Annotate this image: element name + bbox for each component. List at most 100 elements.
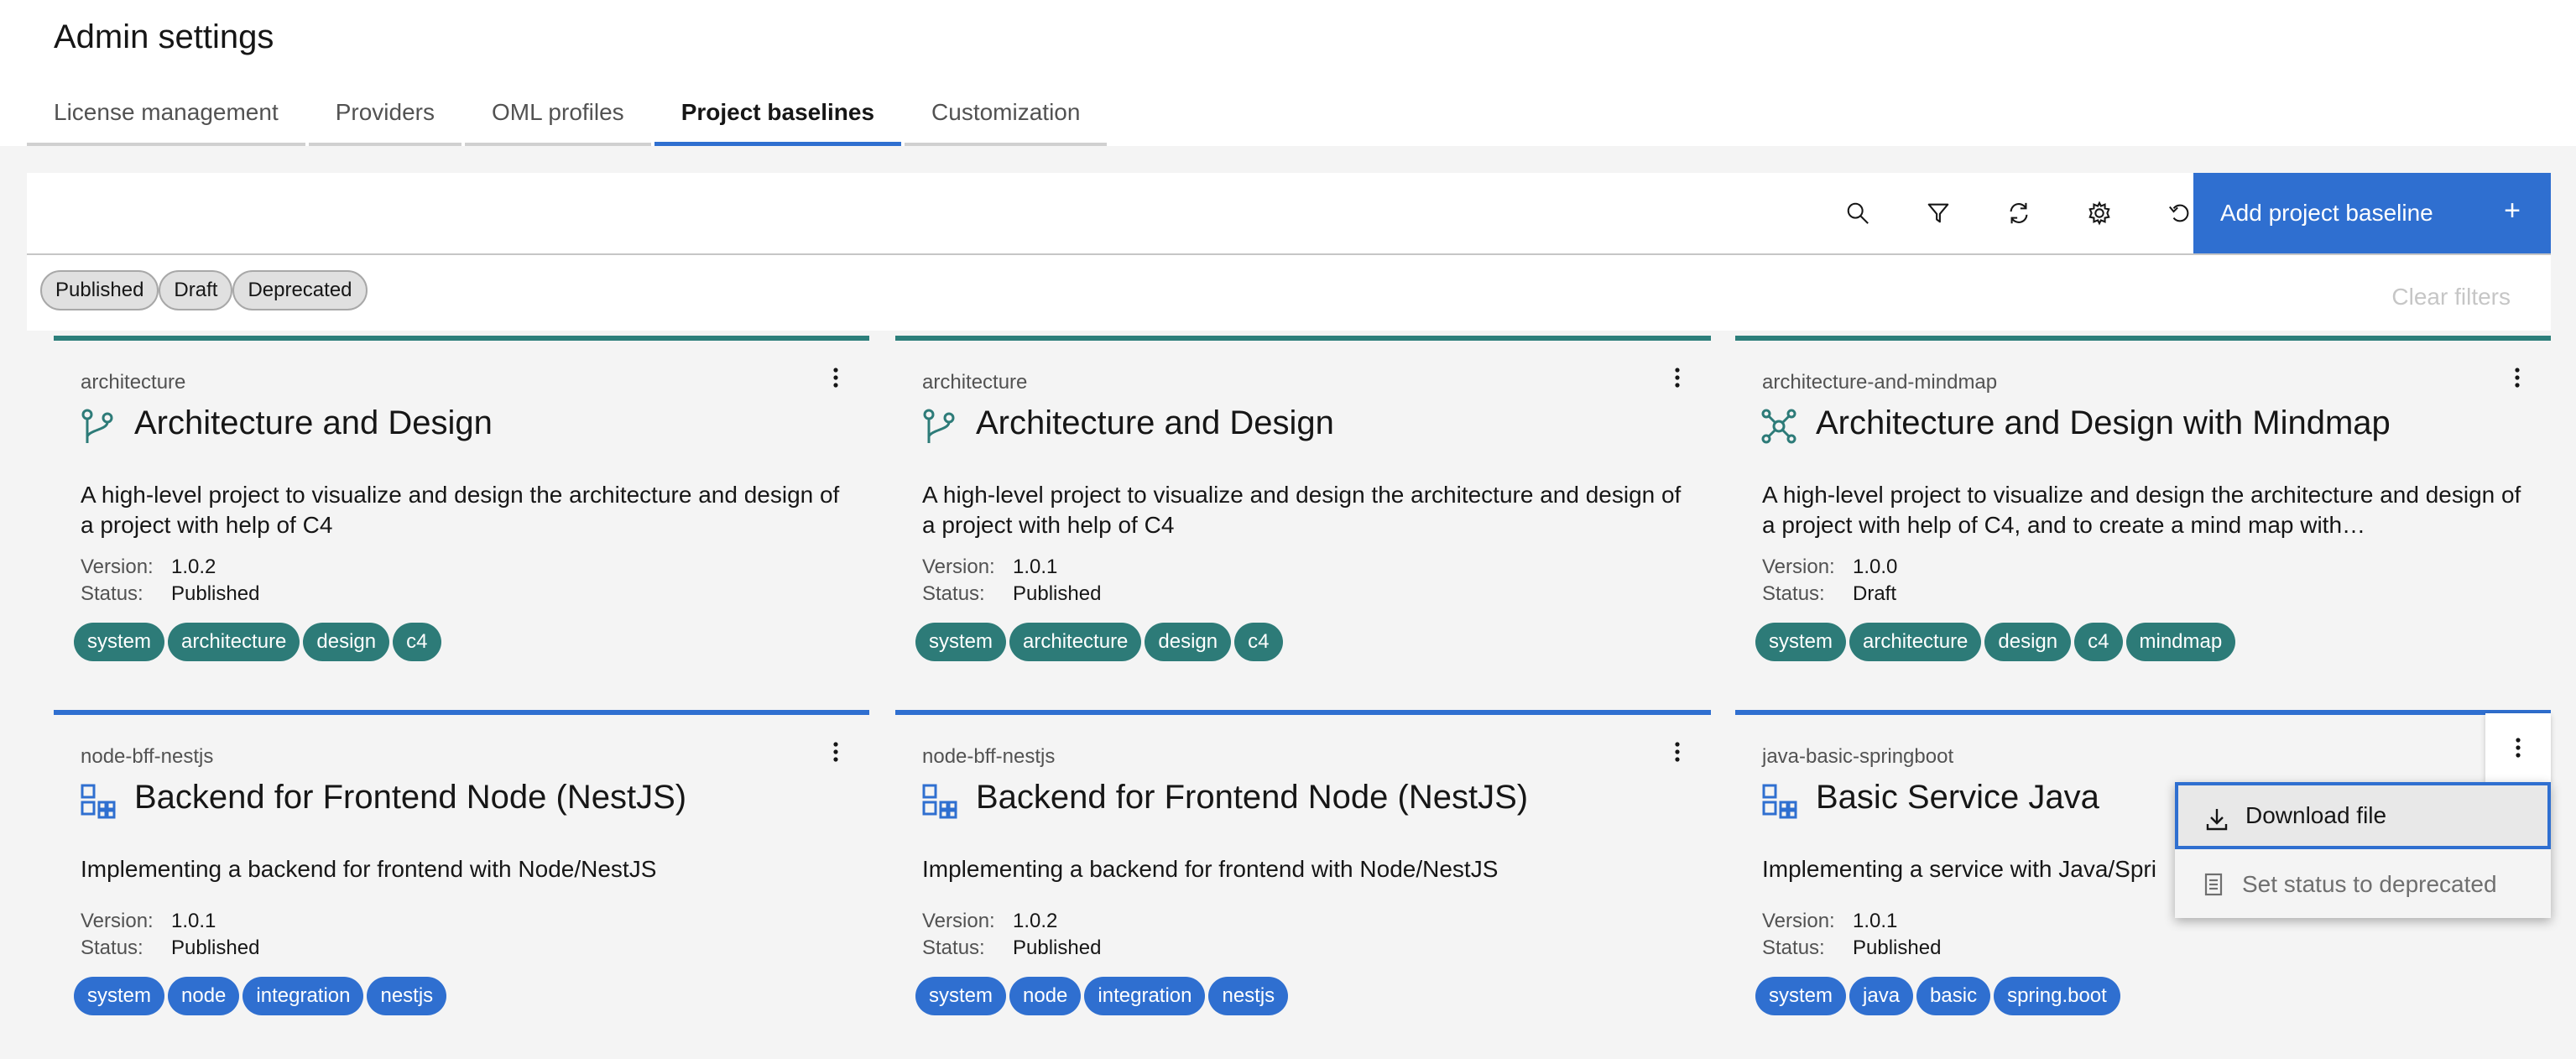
card-title: Basic Service Java [1816, 779, 2099, 816]
filter-button[interactable] [1898, 173, 1979, 253]
reset-icon [2169, 204, 2189, 222]
baseline-card[interactable]: node-bff-nestjs Backend for Frontend Nod… [54, 710, 869, 1037]
version-value: 1.0.1 [171, 910, 216, 932]
card-description: A high-level project to visualize and de… [81, 482, 840, 538]
version-label: Version: [81, 910, 154, 932]
filter-chip-deprecated[interactable]: Deprecated [232, 270, 368, 310]
status-label: Status: [1762, 582, 1825, 605]
tab-customization[interactable]: Customization [905, 91, 1108, 146]
card-overflow-menu-button[interactable] [1661, 735, 1694, 769]
filter-bar: Published Draft Deprecated Clear filters [27, 255, 2551, 331]
tag: system [915, 977, 1007, 1015]
tag: mindmap [2125, 623, 2236, 661]
version-label: Version: [1762, 556, 1835, 578]
overflow-context-menu: Download file Set status to deprecated [2175, 782, 2551, 918]
card-overflow-menu-button[interactable] [819, 361, 853, 394]
branch-icon [923, 409, 955, 443]
filter-chip-published[interactable]: Published [40, 270, 159, 310]
tag: system [1755, 623, 1847, 661]
card-category: node-bff-nestjs [81, 745, 214, 768]
mindmap-icon [1761, 409, 1796, 444]
card-description: A high-level project to visualize and de… [922, 482, 1682, 538]
status-label: Status: [922, 582, 985, 605]
filter-icon [1927, 203, 1949, 223]
card-status: Status: Published [1762, 935, 1941, 962]
card-status: Status: Published [81, 581, 259, 608]
card-status: Status: Published [922, 935, 1101, 962]
card-tags: system architecture design c4 mindmap [1755, 623, 2239, 661]
card-tags: system node integration nestjs [915, 977, 1291, 1015]
version-label: Version: [1762, 910, 1835, 932]
version-label: Version: [922, 556, 995, 578]
card-overflow-menu-button[interactable] [2500, 361, 2534, 394]
tab-providers[interactable]: Providers [308, 91, 461, 146]
card-tags: system node integration nestjs [74, 977, 450, 1015]
tag: nestjs [367, 977, 447, 1015]
menu-item-label: Download file [2245, 802, 2387, 828]
card-title: Architecture and Design [134, 404, 493, 441]
status-value: Published [1013, 936, 1102, 959]
tag: basic [1916, 977, 1991, 1015]
branch-icon [81, 409, 113, 443]
card-version: Version: 1.0.0 [1762, 554, 1897, 581]
status-value: Published [1853, 936, 1942, 959]
menu-item-set-status-deprecated[interactable]: Set status to deprecated [2175, 851, 2551, 918]
card-version: Version: 1.0.1 [1762, 908, 1897, 935]
tab-license-management[interactable]: License management [27, 91, 305, 146]
card-category: node-bff-nestjs [922, 745, 1056, 768]
service-icon [922, 784, 957, 819]
document-icon [2204, 873, 2223, 896]
tag: nestjs [1208, 977, 1289, 1015]
tab-oml-profiles[interactable]: OML profiles [465, 91, 651, 146]
status-label: Status: [81, 936, 143, 959]
overflow-menu-icon [1675, 368, 1680, 388]
card-status: Status: Published [81, 935, 259, 962]
filter-chip-draft[interactable]: Draft [159, 270, 233, 310]
baseline-card[interactable]: node-bff-nestjs Backend for Frontend Nod… [895, 710, 1711, 1037]
card-title: Architecture and Design with Mindmap [1816, 404, 2391, 441]
card-overflow-menu-button[interactable] [819, 735, 853, 769]
baseline-card[interactable]: architecture Architecture and Design A h… [54, 336, 869, 685]
settings-button[interactable] [2059, 173, 2140, 253]
overflow-menu-icon [2516, 738, 2521, 758]
tag: system [74, 977, 165, 1015]
tag: system [915, 623, 1007, 661]
menu-item-download-file[interactable]: Download file [2175, 782, 2551, 849]
card-status: Status: Published [922, 581, 1101, 608]
card-tags: system architecture design c4 [915, 623, 1286, 661]
tab-bar: License management Providers OML profile… [27, 91, 1110, 146]
card-version: Version: 1.0.1 [81, 908, 216, 935]
version-value: 1.0.1 [1013, 556, 1058, 578]
page-header: Admin settings License management Provid… [0, 0, 2576, 146]
card-overflow-menu-button-open[interactable] [2485, 713, 2551, 782]
table-toolbar: Add project baseline + [27, 173, 2551, 255]
card-status: Status: Draft [1762, 581, 1896, 608]
tag: c4 [393, 623, 441, 661]
tag: architecture [1009, 623, 1142, 661]
status-value: Draft [1853, 582, 1897, 605]
tag: system [1755, 977, 1847, 1015]
tab-project-baselines[interactable]: Project baselines [654, 91, 902, 146]
version-value: 1.0.1 [1853, 910, 1898, 932]
tag: c4 [1234, 623, 1283, 661]
status-value: Published [171, 582, 260, 605]
card-description: A high-level project to visualize and de… [1762, 482, 2521, 538]
search-button[interactable] [1817, 173, 1898, 253]
card-overflow-menu-button[interactable] [1661, 361, 1694, 394]
card-version: Version: 1.0.2 [922, 908, 1057, 935]
add-project-baseline-button[interactable]: Add project baseline + [2193, 173, 2551, 253]
add-button-label: Add project baseline [2220, 200, 2433, 226]
status-value: Published [1013, 582, 1102, 605]
baseline-card[interactable]: architecture Architecture and Design A h… [895, 336, 1711, 685]
clear-filters-button[interactable]: Clear filters [2391, 284, 2511, 310]
overflow-menu-icon [1675, 742, 1680, 762]
version-value: 1.0.2 [1013, 910, 1058, 932]
refresh-button[interactable] [1979, 173, 2059, 253]
tag: integration [1084, 977, 1206, 1015]
card-category: architecture-and-mindmap [1762, 371, 1998, 394]
tag: node [1009, 977, 1082, 1015]
version-label: Version: [922, 910, 995, 932]
service-icon [81, 784, 116, 819]
baseline-card[interactable]: architecture-and-mindmap Architecture an… [1735, 336, 2551, 685]
card-category: java-basic-springboot [1762, 745, 1954, 768]
